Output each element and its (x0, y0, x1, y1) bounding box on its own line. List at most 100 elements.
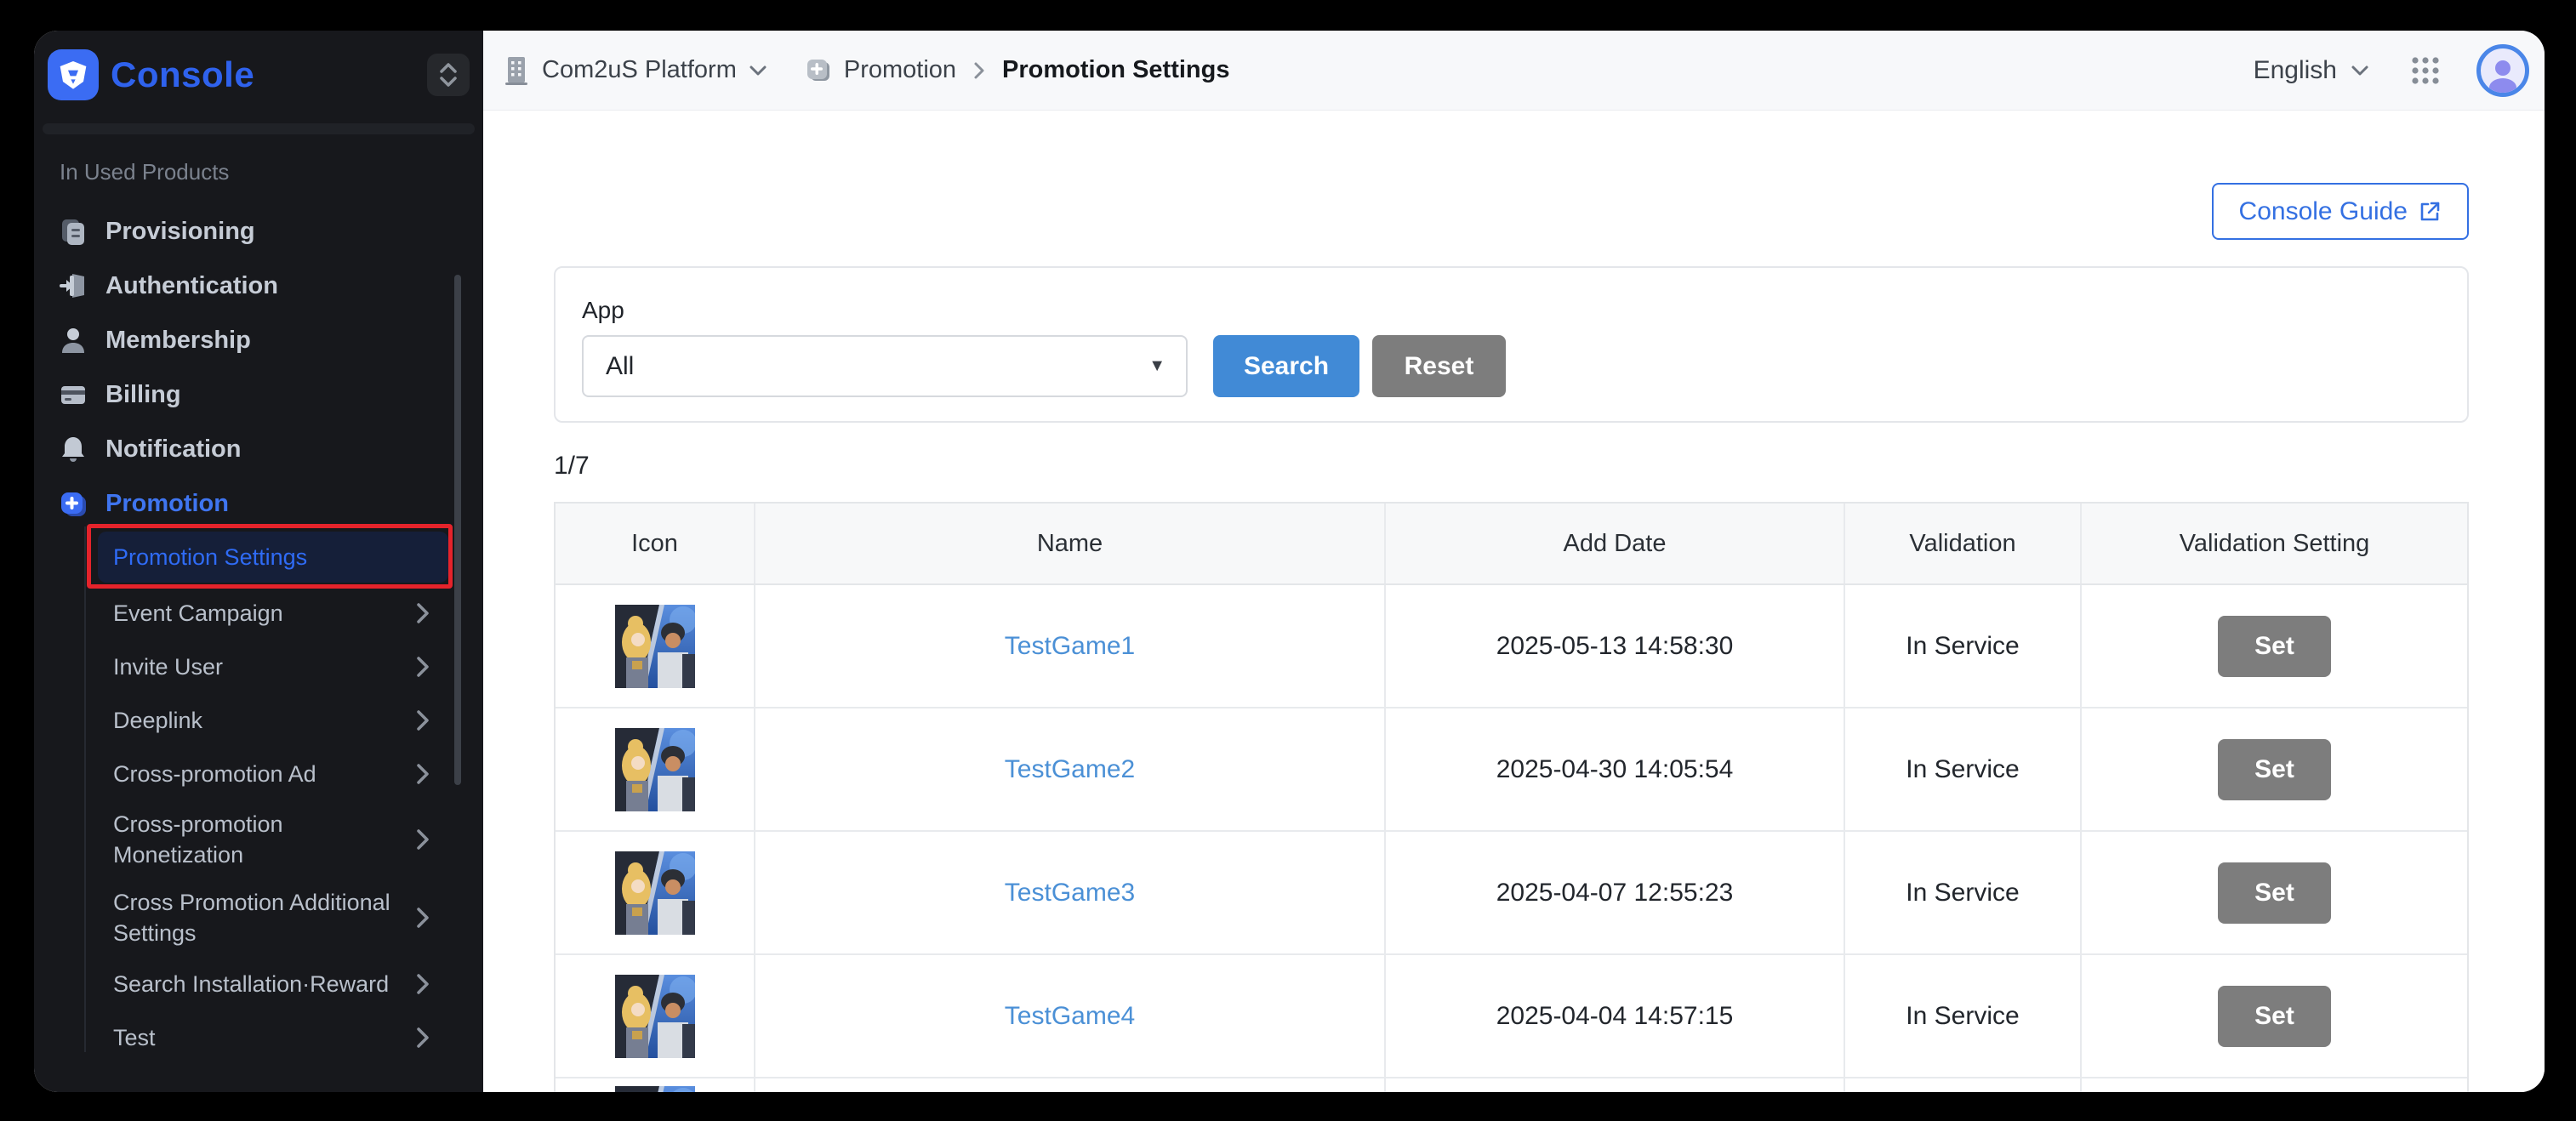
search-button[interactable]: Search (1213, 335, 1359, 397)
column-header-icon: Icon (556, 504, 754, 583)
user-avatar[interactable] (2476, 44, 2529, 97)
subitem-label: Cross-promotion Monetization (113, 809, 407, 870)
console-guide-label: Console Guide (2239, 197, 2408, 226)
reset-button[interactable]: Reset (1372, 335, 1506, 397)
chevron-up-down-icon (437, 61, 459, 88)
filter-card: App All ▼ Search Reset (554, 266, 2469, 423)
set-button[interactable]: Set (2218, 616, 2331, 677)
table-row: TestGame1 2025-05-13 14:58:30 In Service… (556, 585, 2467, 708)
game-name-link[interactable]: TestGame1 (1005, 632, 1135, 661)
validation-cell: In Service (1844, 585, 2080, 707)
topbar: Com2uS Platform Promotion (483, 31, 2545, 111)
topbar-right: English (2254, 44, 2529, 97)
language-label: English (2254, 56, 2337, 85)
sidebar-menu: Provisioning Authentication (34, 204, 483, 531)
table-row: TestGame2 2025-04-30 14:05:54 In Service… (556, 708, 2467, 832)
subitem-label: Cross Promotion Additional Settings (113, 887, 407, 948)
chevron-right-icon (415, 601, 430, 625)
language-selector[interactable]: English (2254, 56, 2369, 85)
table-row-partial (556, 1078, 2467, 1092)
validation-cell: In Service (1844, 708, 2080, 830)
promotion-plus-icon (58, 488, 88, 519)
chevron-right-icon (415, 708, 430, 732)
app-select-value: All (606, 352, 634, 381)
sidebar-item-membership[interactable]: Membership (34, 313, 483, 367)
console-logo[interactable] (48, 49, 99, 100)
membership-person-icon (58, 325, 88, 356)
sidebar-subitem-cross-promotion-ad[interactable]: Cross-promotion Ad (34, 747, 483, 800)
sidebar-item-billing[interactable]: Billing (34, 367, 483, 422)
add-date-cell: 2025-04-30 14:05:54 (1384, 708, 1844, 830)
set-button[interactable]: Set (2218, 739, 2331, 800)
column-header-validation: Validation (1844, 504, 2080, 583)
column-header-add-date: Add Date (1384, 504, 1844, 583)
validation-cell: In Service (1844, 955, 2080, 1077)
breadcrumb: Com2uS Platform Promotion (503, 54, 1229, 87)
sidebar-subitem-promotion-settings[interactable]: Promotion Settings (98, 532, 448, 583)
sidebar-subitem-test[interactable]: Test (34, 1010, 483, 1064)
sidebar-logo-row: Console (34, 31, 483, 100)
org-selector[interactable]: Com2uS Platform (503, 54, 767, 87)
sidebar: Console In Used Products (34, 31, 483, 1092)
app-select[interactable]: All ▼ (582, 335, 1188, 397)
avatar-person-icon (2484, 55, 2522, 93)
game-icon-image (615, 605, 695, 688)
main-area: Com2uS Platform Promotion (483, 31, 2545, 1092)
add-date-cell: 2025-05-13 14:58:30 (1384, 585, 1844, 707)
chevron-right-icon (415, 762, 430, 786)
pagination-label: 1/7 (554, 453, 2469, 479)
sidebar-item-label: Billing (105, 381, 181, 409)
sidebar-subitem-deeplink[interactable]: Deeplink (34, 693, 483, 747)
sidebar-subitem-cross-promotion-additional-settings[interactable]: Cross Promotion Additional Settings (34, 879, 483, 957)
breadcrumb-section[interactable]: Promotion (844, 56, 956, 84)
sidebar-subitem-search-installation-reward[interactable]: Search Installation·Reward (34, 957, 483, 1010)
sidebar-subitem-invite-user[interactable]: Invite User (34, 640, 483, 693)
game-name-link[interactable]: TestGame2 (1005, 755, 1135, 784)
chevron-right-icon (415, 906, 430, 930)
add-date-cell: 2025-04-07 12:55:23 (1384, 832, 1844, 953)
sidebar-subitem-cross-promotion-monetization[interactable]: Cross-promotion Monetization (34, 800, 483, 879)
subitem-label: Invite User (113, 652, 223, 682)
breadcrumb-page: Promotion Settings (1002, 56, 1229, 84)
external-link-icon (2418, 200, 2442, 224)
subitem-label: Cross-promotion Ad (113, 759, 316, 789)
sidebar-collapse-button[interactable] (427, 54, 470, 96)
game-icon-image (615, 851, 695, 935)
game-name-link[interactable]: TestGame3 (1005, 879, 1135, 908)
set-button[interactable]: Set (2218, 862, 2331, 924)
table-row: TestGame3 2025-04-07 12:55:23 In Service… (556, 832, 2467, 955)
breadcrumb-product: Com2uS Platform (542, 56, 737, 84)
sidebar-item-authentication[interactable]: Authentication (34, 259, 483, 313)
apps-grid-button[interactable] (2408, 54, 2442, 88)
content-area: Console Guide App All ▼ (483, 111, 2545, 1092)
authentication-login-icon (58, 270, 88, 301)
sidebar-divider (43, 123, 475, 134)
validation-cell: In Service (1844, 832, 2080, 953)
chevron-right-icon (415, 1026, 430, 1050)
sidebar-item-promotion[interactable]: Promotion (34, 476, 483, 531)
building-icon (503, 54, 530, 87)
add-date-cell: 2025-04-04 14:57:15 (1384, 955, 1844, 1077)
sidebar-item-label: Membership (105, 327, 251, 355)
sidebar-item-label: Promotion (105, 490, 229, 518)
chevron-right-icon (973, 61, 985, 80)
shield-icon (56, 58, 90, 92)
screenshot-stage: Console In Used Products (0, 0, 2576, 1121)
sidebar-item-notification[interactable]: Notification (34, 422, 483, 476)
subitem-label: Deeplink (113, 705, 202, 736)
sidebar-item-label: Notification (105, 435, 242, 464)
subitem-label: Test (113, 1022, 156, 1053)
sidebar-subitem-event-campaign[interactable]: Event Campaign (34, 586, 483, 640)
chevron-right-icon (415, 972, 430, 996)
sidebar-item-label: Authentication (105, 272, 278, 300)
console-guide-button[interactable]: Console Guide (2212, 183, 2469, 240)
chevron-down-icon (2351, 65, 2369, 77)
set-button[interactable]: Set (2218, 986, 2331, 1047)
sidebar-item-provisioning[interactable]: Provisioning (34, 204, 483, 259)
chevron-right-icon (415, 828, 430, 851)
sidebar-scrollbar[interactable] (454, 275, 461, 785)
submenu-indent-line (84, 526, 86, 1052)
game-name-link[interactable]: TestGame4 (1005, 1002, 1135, 1031)
sidebar-item-label: Provisioning (105, 218, 255, 246)
column-header-validation-setting: Validation Setting (2080, 504, 2467, 583)
